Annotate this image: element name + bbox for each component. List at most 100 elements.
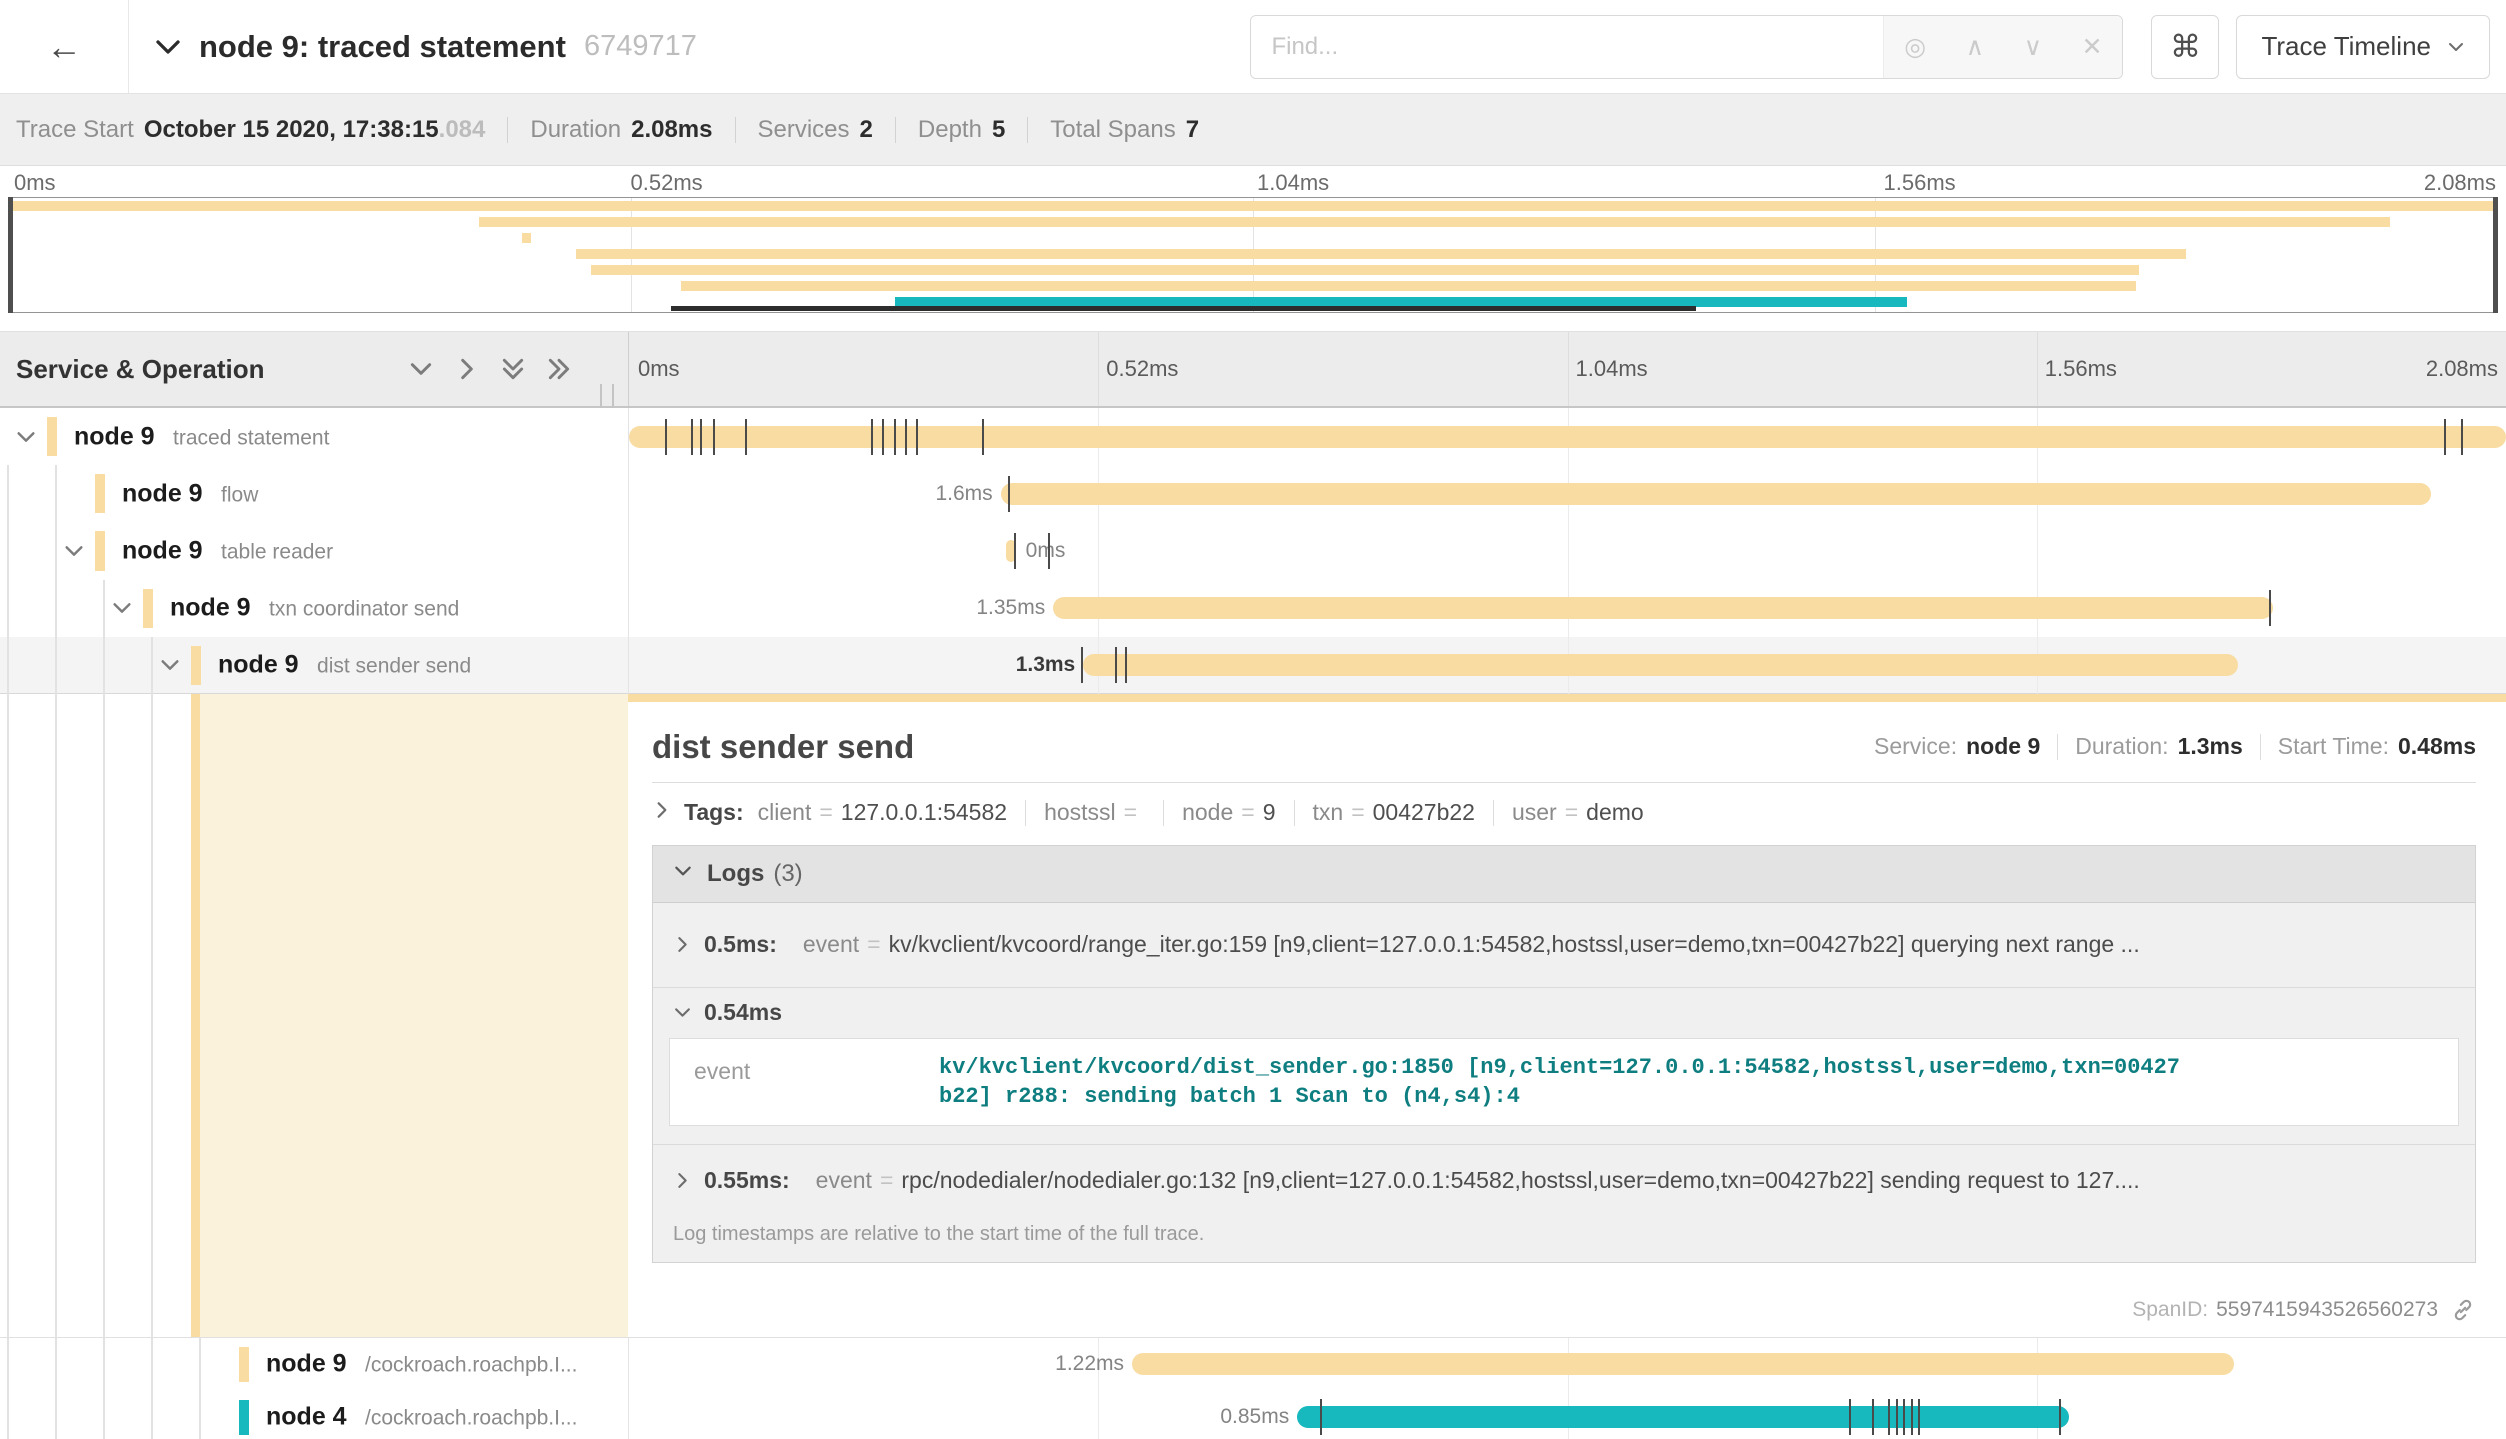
collapse-all-icon[interactable] xyxy=(500,356,526,382)
tag-value: 00427b22 xyxy=(1373,799,1475,826)
logs-header[interactable]: Logs (3) xyxy=(653,846,2475,902)
find-input[interactable] xyxy=(1251,16,1883,78)
clear-find-icon[interactable]: ✕ xyxy=(2082,32,2103,62)
tag-divider xyxy=(1493,800,1494,826)
page-title: node 9: traced statement xyxy=(199,29,566,65)
span-name-cell[interactable]: node 9 traced statement xyxy=(0,408,629,465)
indent-guide xyxy=(7,465,9,522)
span-row[interactable]: node 9 /cockroach.roachpb.I... 1.22ms xyxy=(0,1338,2506,1391)
logs-footnote: Log timestamps are relative to the start… xyxy=(653,1215,2475,1262)
span-toggle-chevron-icon[interactable] xyxy=(111,597,133,619)
minimap-tick-label: 1.04ms xyxy=(1257,170,1329,196)
minimap-scroll-indicator[interactable] xyxy=(671,306,1696,311)
indent-guide xyxy=(103,637,105,694)
span-bar[interactable] xyxy=(1053,597,2273,619)
span-timeline-cell: 1.6ms xyxy=(629,465,2506,522)
back-button[interactable]: ← xyxy=(0,0,129,93)
deep-link-icon[interactable] xyxy=(2450,1297,2476,1323)
span-row[interactable]: node 9 flow 1.6ms xyxy=(0,465,2506,522)
expand-all-icon[interactable] xyxy=(546,356,572,382)
span-row[interactable]: node 9 dist sender send 1.3ms xyxy=(0,637,2506,694)
span-name: node 9 traced statement xyxy=(74,422,329,451)
span-name-cell[interactable]: node 9 flow xyxy=(0,465,629,522)
log-entry[interactable]: 0.5ms: event = kv/kvclient/kvcoord/range… xyxy=(653,903,2475,987)
span-name-cell[interactable]: node 4 /cockroach.roachpb.I... xyxy=(0,1391,629,1439)
span-duration-label: 1.6ms xyxy=(935,482,992,506)
chevron-right-icon xyxy=(652,799,672,826)
trace-id: 6749717 xyxy=(584,30,697,63)
log-marker-tick xyxy=(871,419,873,455)
span-bar[interactable] xyxy=(1297,1406,2068,1428)
span-color-bar xyxy=(95,474,105,513)
span-name-cell[interactable]: node 9 dist sender send xyxy=(0,637,629,694)
span-bar[interactable] xyxy=(629,426,2506,448)
minimap-span-bar xyxy=(681,281,2136,291)
keyboard-shortcuts-button[interactable]: ⌘ xyxy=(2151,15,2219,79)
span-toggle-chevron-icon[interactable] xyxy=(63,540,85,562)
next-match-icon[interactable]: ∨ xyxy=(2024,32,2042,62)
log-entry-header[interactable]: 0.54ms xyxy=(653,987,2475,1038)
log-time: 0.54ms xyxy=(704,999,782,1026)
span-name: node 9 /cockroach.roachpb.I... xyxy=(266,1350,577,1379)
tags-list: client=127.0.0.1:54582hostssl=node=9txn=… xyxy=(758,799,1644,826)
minimap-left-handle[interactable] xyxy=(8,197,13,313)
indent-guide xyxy=(151,637,153,694)
span-row[interactable]: node 9 table reader 0ms xyxy=(0,522,2506,579)
minimap-right-handle[interactable] xyxy=(2493,197,2498,313)
span-name-cell[interactable]: node 9 table reader xyxy=(0,522,629,579)
span-row[interactable]: node 4 /cockroach.roachpb.I... 0.85ms xyxy=(0,1391,2506,1439)
column-resize-grip[interactable] xyxy=(600,384,614,410)
collapse-one-level-icon[interactable] xyxy=(408,356,434,382)
indent-guide xyxy=(103,1338,105,1391)
summary-divider xyxy=(735,117,736,143)
minimap-span-bar xyxy=(522,233,532,243)
find-box: ◎ ∧ ∨ ✕ xyxy=(1250,15,2123,79)
ruler-gridline xyxy=(1568,332,1569,406)
trace-view-selector-button[interactable]: Trace Timeline xyxy=(2236,15,2490,79)
tag-equals: = xyxy=(1565,799,1578,826)
span-bar[interactable] xyxy=(1083,654,2237,676)
span-bar[interactable] xyxy=(1001,483,2431,505)
span-row[interactable]: node 9 traced statement xyxy=(0,408,2506,465)
indent-guide xyxy=(103,1391,105,1439)
collapse-trace-chevron-icon[interactable] xyxy=(153,32,183,62)
indent-guide xyxy=(7,694,9,1337)
tree-controls xyxy=(408,356,572,382)
log-equals: = xyxy=(867,931,880,958)
service-value: node 9 xyxy=(1966,733,2040,760)
span-name: node 9 flow xyxy=(122,479,258,508)
span-bar[interactable] xyxy=(1132,1353,2234,1375)
span-name-cell[interactable]: node 9 /cockroach.roachpb.I... xyxy=(0,1338,629,1391)
tags-row[interactable]: Tags: client=127.0.0.1:54582hostssl=node… xyxy=(652,797,2476,829)
log-marker-tick xyxy=(1888,1399,1890,1435)
ruler-tick-label: 1.04ms xyxy=(1576,356,1648,382)
span-operation: txn coordinator send xyxy=(269,598,459,621)
logs-section: Logs (3) 0.5ms: event = kv/kvclient/kvco… xyxy=(652,845,2476,1263)
span-service: node 9 xyxy=(170,594,251,622)
locate-match-icon[interactable]: ◎ xyxy=(1904,32,1926,62)
log-marker-tick xyxy=(1125,647,1127,683)
indent-guide xyxy=(55,580,57,637)
expanded-span-highlight xyxy=(200,694,628,1337)
span-toggle-chevron-icon[interactable] xyxy=(15,426,37,448)
tag-divider xyxy=(1163,800,1164,826)
span-detail-indent xyxy=(0,694,628,1337)
timeline-gridline xyxy=(2037,522,2038,579)
log-marker-tick xyxy=(1903,1399,1905,1435)
log-field-key: event xyxy=(816,1167,872,1194)
indent-guide xyxy=(103,580,105,637)
tag-key: user xyxy=(1512,799,1557,826)
span-row[interactable]: node 9 txn coordinator send 1.35ms xyxy=(0,580,2506,637)
tags-label: Tags: xyxy=(684,799,744,826)
span-toggle-chevron-icon[interactable] xyxy=(159,654,181,676)
log-marker-tick xyxy=(916,419,918,455)
minimap-canvas[interactable] xyxy=(8,197,2498,313)
summary-label: Total Spans xyxy=(1050,116,1175,144)
expand-one-level-icon[interactable] xyxy=(454,356,480,382)
span-service: node 9 xyxy=(74,422,155,450)
prev-match-icon[interactable]: ∧ xyxy=(1966,32,1984,62)
log-marker-tick xyxy=(1014,533,1016,569)
span-title: dist sender send xyxy=(652,728,914,766)
log-entry[interactable]: 0.55ms: event = rpc/nodedialer/nodediale… xyxy=(653,1144,2475,1215)
span-name-cell[interactable]: node 9 txn coordinator send xyxy=(0,580,629,637)
